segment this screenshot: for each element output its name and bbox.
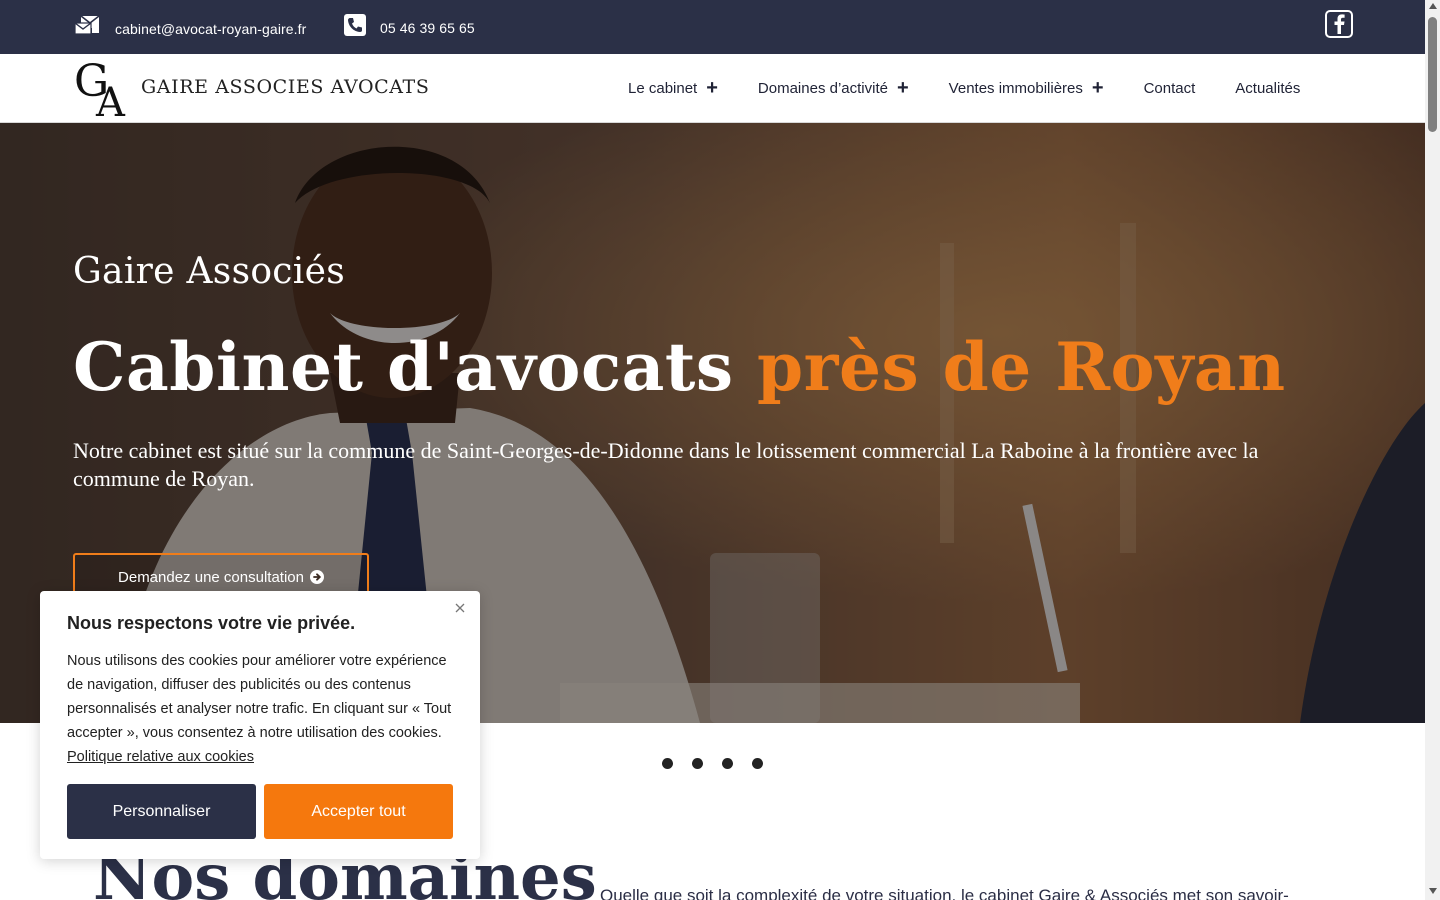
close-icon[interactable]: [453, 601, 467, 615]
mail-stack-icon: [74, 14, 101, 43]
arrow-circle-right-icon: [309, 570, 324, 584]
nav-item-ventes[interactable]: Ventes immobilières +: [949, 78, 1104, 98]
accept-all-button[interactable]: Accepter tout: [264, 784, 453, 839]
slider-dot[interactable]: [752, 758, 763, 769]
contact-phone[interactable]: 05 46 39 65 65: [344, 14, 475, 41]
nav-item-le-cabinet[interactable]: Le cabinet +: [628, 78, 718, 98]
top-info-bar: cabinet@avocat-royan-gaire.fr 05 46 39 6…: [0, 0, 1425, 54]
cookie-consent-dialog: Nous respectons votre vie privée. Nous u…: [40, 591, 480, 859]
slider-dot[interactable]: [722, 758, 733, 769]
phone-text[interactable]: 05 46 39 65 65: [380, 20, 475, 36]
section-intro: Quelle que soit la complexité de votre s…: [600, 886, 1289, 900]
hero-title-accent: près de Royan: [757, 328, 1286, 406]
plus-icon[interactable]: +: [706, 78, 718, 98]
nav-label[interactable]: Actualités: [1235, 80, 1300, 97]
nav-label[interactable]: Domaines d’activité: [758, 80, 888, 97]
cookie-title: Nous respectons votre vie privée.: [67, 613, 356, 633]
slider-dot[interactable]: [692, 758, 703, 769]
nav-item-domaines[interactable]: Domaines d’activité +: [758, 78, 909, 98]
nav-item-actualites[interactable]: Actualités: [1235, 80, 1300, 97]
plus-icon[interactable]: +: [1092, 78, 1104, 98]
brand-name[interactable]: GAIRE ASSOCIES AVOCATS: [141, 76, 429, 98]
contact-email[interactable]: cabinet@avocat-royan-gaire.fr: [74, 14, 306, 43]
hero-title-main: Cabinet d'avocats: [73, 328, 758, 406]
cookie-text: Nous utilisons des cookies pour améliore…: [67, 653, 452, 741]
scroll-down-arrow-icon[interactable]: [1429, 888, 1437, 894]
page-scrollbar[interactable]: [1425, 0, 1440, 900]
nav-label[interactable]: Ventes immobilières: [949, 80, 1083, 97]
plus-icon[interactable]: +: [897, 78, 909, 98]
nav-item-contact[interactable]: Contact: [1144, 80, 1196, 97]
slider-dots: [662, 758, 763, 769]
cookie-policy-link[interactable]: Politique relative aux cookies: [67, 749, 254, 765]
hero-description: Notre cabinet est situé sur la commune d…: [73, 438, 1259, 491]
hero-title: Cabinet d'avocats près de Royan: [73, 328, 1286, 406]
scrollbar-thumb[interactable]: [1428, 17, 1437, 132]
scroll-up-arrow-icon[interactable]: [1429, 3, 1437, 9]
email-text[interactable]: cabinet@avocat-royan-gaire.fr: [115, 21, 306, 37]
hero-subtitle: Gaire Associés: [73, 251, 345, 292]
slider-dot[interactable]: [662, 758, 673, 769]
site-logo[interactable]: G A: [74, 56, 130, 126]
customize-button[interactable]: Personnaliser: [67, 784, 256, 839]
main-nav: Le cabinet + Domaines d’activité + Vente…: [628, 54, 1300, 123]
facebook-icon[interactable]: [1325, 10, 1353, 38]
nav-label[interactable]: Le cabinet: [628, 80, 697, 97]
svg-text:A: A: [95, 80, 126, 118]
cookie-body: Nous utilisons des cookies pour améliore…: [67, 649, 463, 769]
consultation-button-label[interactable]: Demandez une consultation: [118, 569, 304, 586]
nav-label[interactable]: Contact: [1144, 80, 1196, 97]
phone-icon: [344, 14, 366, 41]
main-header: G A GAIRE ASSOCIES AVOCATS Le cabinet + …: [0, 54, 1425, 126]
